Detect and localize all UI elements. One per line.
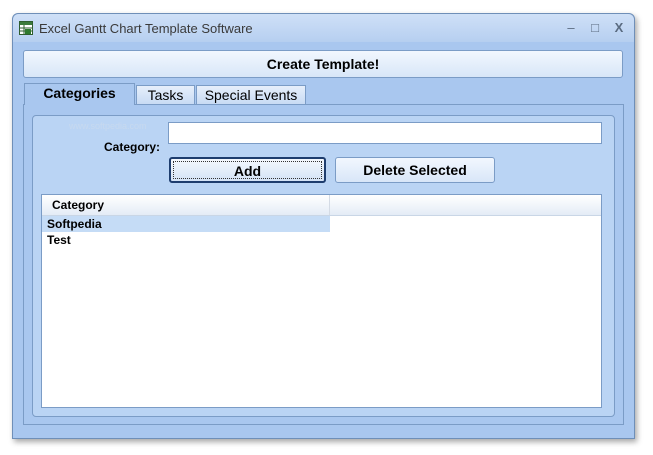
add-button[interactable]: Add [169, 157, 326, 183]
column-header-category[interactable]: Category [42, 195, 330, 215]
tab-tasks[interactable]: Tasks [136, 85, 195, 104]
window-title: Excel Gantt Chart Template Software [39, 21, 253, 36]
category-label: Category: [104, 140, 161, 154]
list-item[interactable]: Softpedia [42, 216, 330, 232]
maximize-button[interactable]: □ [585, 20, 605, 36]
category-list[interactable]: Category Softpedia Test [41, 194, 602, 408]
watermark-text: www.softpedia.com [69, 121, 147, 131]
tab-categories[interactable]: Categories [24, 83, 135, 105]
list-item[interactable]: Test [42, 232, 330, 248]
tab-special-events[interactable]: Special Events [196, 85, 306, 104]
delete-selected-button[interactable]: Delete Selected [335, 157, 495, 183]
list-header: Category [42, 195, 601, 216]
minimize-button[interactable]: – [561, 20, 581, 36]
category-input[interactable] [168, 122, 602, 144]
title-bar[interactable]: Excel Gantt Chart Template Software – □ … [13, 14, 634, 42]
close-button[interactable]: X [609, 20, 629, 36]
app-sheet-icon [19, 21, 33, 35]
app-window: Excel Gantt Chart Template Software – □ … [12, 13, 635, 439]
create-template-button[interactable]: Create Template! [23, 50, 623, 78]
